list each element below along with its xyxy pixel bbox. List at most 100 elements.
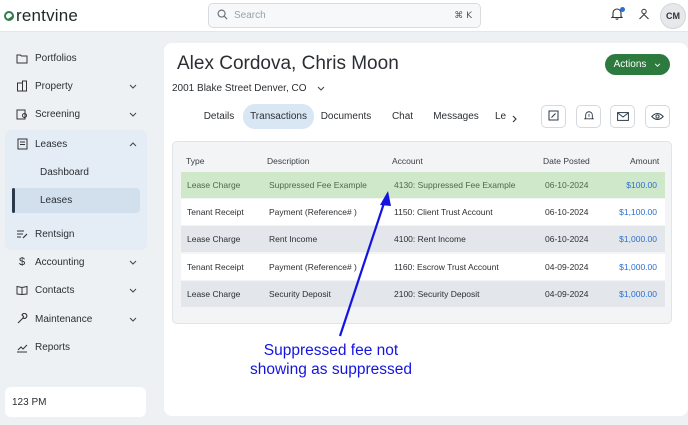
tab-chat[interactable]: Chat	[389, 104, 416, 129]
edit-button[interactable]	[541, 105, 566, 128]
chevron-up-icon	[129, 139, 137, 150]
logo-mark-icon	[4, 11, 14, 21]
annotation-line-1: Suppressed fee not	[263, 342, 399, 359]
active-indicator	[12, 188, 15, 213]
top-bar: rentvine ⌘ K CM	[0, 0, 688, 32]
logo-text: rentvine	[16, 6, 79, 25]
page-title: Alex Cordova, Chris Moon	[177, 53, 399, 74]
cell-account: 1150: Client Trust Account	[394, 207, 493, 217]
tab-ledger[interactable]: Le	[495, 104, 507, 129]
sidebar-subitem-dashboard[interactable]: Dashboard	[12, 160, 140, 185]
sidebar-item-label: Property	[35, 80, 73, 92]
search-icon	[217, 7, 228, 25]
cell-description: Security Deposit	[269, 289, 331, 299]
chevron-down-icon	[129, 285, 137, 296]
chevron-down-icon	[129, 257, 137, 268]
sidebar-subitem-leases[interactable]: Leases	[12, 188, 140, 213]
sidebar-item-label: Portfolios	[35, 52, 77, 64]
table-row[interactable]: Tenant Receipt Payment (Reference# ) 115…	[181, 199, 665, 225]
address-selector[interactable]: 2001 Blake Street Denver, CO	[172, 83, 325, 94]
sidebar-item-label: Screening	[35, 108, 81, 120]
alert-button[interactable]	[576, 105, 601, 128]
annotation-line-2: showing as suppressed	[250, 361, 412, 378]
admin-button[interactable]	[635, 7, 653, 25]
column-header-amount: Amount	[630, 156, 660, 166]
cell-type: Tenant Receipt	[187, 262, 244, 272]
tabs-scroll-right-icon[interactable]	[512, 110, 517, 128]
sidebar-item-label: Contacts	[35, 284, 75, 296]
sidebar-item-property[interactable]: Property	[6, 73, 146, 99]
table-row[interactable]: Lease Charge Security Deposit 2100: Secu…	[181, 281, 665, 307]
mail-icon	[616, 108, 629, 126]
cell-account: 1160: Escrow Trust Account	[394, 262, 499, 272]
view-button[interactable]	[645, 105, 670, 128]
cell-date: 06-10-2024	[545, 180, 589, 190]
chevron-down-icon	[654, 59, 661, 70]
cell-type: Tenant Receipt	[187, 207, 244, 217]
chevron-down-icon	[317, 83, 325, 94]
cell-amount-link[interactable]: $1,000.00	[619, 289, 657, 299]
sidebar-item-label: Accounting	[35, 256, 85, 268]
search-box[interactable]: ⌘ K	[208, 3, 481, 28]
cell-type: Lease Charge	[187, 234, 241, 244]
book-icon	[16, 284, 28, 296]
actions-button[interactable]: Actions	[605, 54, 670, 75]
cell-account: 2100: Security Deposit	[394, 289, 480, 299]
column-header-description: Description	[267, 156, 310, 166]
cell-type: Lease Charge	[187, 289, 241, 299]
cell-date: 06-10-2024	[545, 207, 589, 217]
sidebar-item-portfolios[interactable]: Portfolios	[6, 45, 146, 71]
screening-icon	[16, 108, 28, 120]
cell-date: 04-09-2024	[545, 289, 589, 299]
tab-transactions[interactable]: Transactions	[243, 104, 314, 129]
cell-type: Lease Charge	[187, 180, 241, 190]
cell-date: 06-10-2024	[545, 234, 589, 244]
sidebar-item-label: Leases	[35, 138, 68, 150]
cell-date: 04-09-2024	[545, 262, 589, 272]
time-display: 123 PM	[5, 387, 146, 417]
sidebar-item-leases[interactable]: Leases	[6, 131, 146, 157]
cell-amount-link[interactable]: $1,000.00	[619, 234, 657, 244]
email-button[interactable]	[610, 105, 635, 128]
sidebar-subitem-label: Dashboard	[40, 167, 89, 178]
dollar-icon: $	[18, 256, 26, 268]
tab-details[interactable]: Details	[198, 104, 240, 129]
cell-account: 4130: Suppressed Fee Example	[394, 180, 516, 190]
chevron-down-icon	[129, 109, 137, 120]
sidebar-item-maintenance[interactable]: Maintenance	[6, 306, 146, 332]
chevron-down-icon	[129, 314, 137, 325]
search-input[interactable]	[234, 10, 455, 21]
sidebar-item-label: Maintenance	[35, 313, 93, 325]
cell-amount-link[interactable]: $100.00	[626, 180, 657, 190]
rentvine-logo[interactable]: rentvine	[4, 6, 79, 25]
cell-description: Rent Income	[269, 234, 318, 244]
transactions-table: Type Description Account Date Posted Amo…	[172, 141, 672, 324]
cell-amount-link[interactable]: $1,000.00	[619, 262, 657, 272]
sidebar-item-reports[interactable]: Reports	[6, 334, 146, 360]
tab-documents[interactable]: Documents	[318, 104, 374, 129]
annotation-callout: Suppressed fee not showing as suppressed	[236, 341, 426, 379]
table-row[interactable]: Lease Charge Suppressed Fee Example 4130…	[181, 172, 665, 198]
building-icon	[16, 80, 28, 92]
folders-icon	[16, 52, 28, 64]
sidebar-subitem-label: Leases	[40, 195, 73, 206]
sidebar-item-label: Rentsign	[35, 228, 75, 240]
chart-icon	[16, 341, 28, 353]
sidebar-item-screening[interactable]: Screening	[6, 101, 146, 127]
column-header-date-posted: Date Posted	[543, 156, 590, 166]
cell-account: 4100: Rent Income	[394, 234, 466, 244]
sidebar-item-rentsign[interactable]: Rentsign	[6, 221, 146, 247]
bell-icon	[583, 108, 594, 126]
tab-messages[interactable]: Messages	[433, 104, 479, 129]
sidebar-item-label: Reports	[35, 341, 71, 353]
notifications-button[interactable]	[608, 7, 626, 25]
user-avatar[interactable]: CM	[660, 3, 686, 29]
column-header-account: Account	[392, 156, 423, 166]
table-row[interactable]: Tenant Receipt Payment (Reference# ) 116…	[181, 254, 665, 280]
notification-badge	[620, 7, 625, 12]
table-row[interactable]: Lease Charge Rent Income 4100: Rent Inco…	[181, 226, 665, 252]
user-admin-icon	[638, 7, 650, 25]
sidebar-item-accounting[interactable]: $ Accounting	[6, 249, 146, 275]
sidebar-item-contacts[interactable]: Contacts	[6, 277, 146, 303]
cell-amount-link[interactable]: $1,100.00	[619, 207, 657, 217]
